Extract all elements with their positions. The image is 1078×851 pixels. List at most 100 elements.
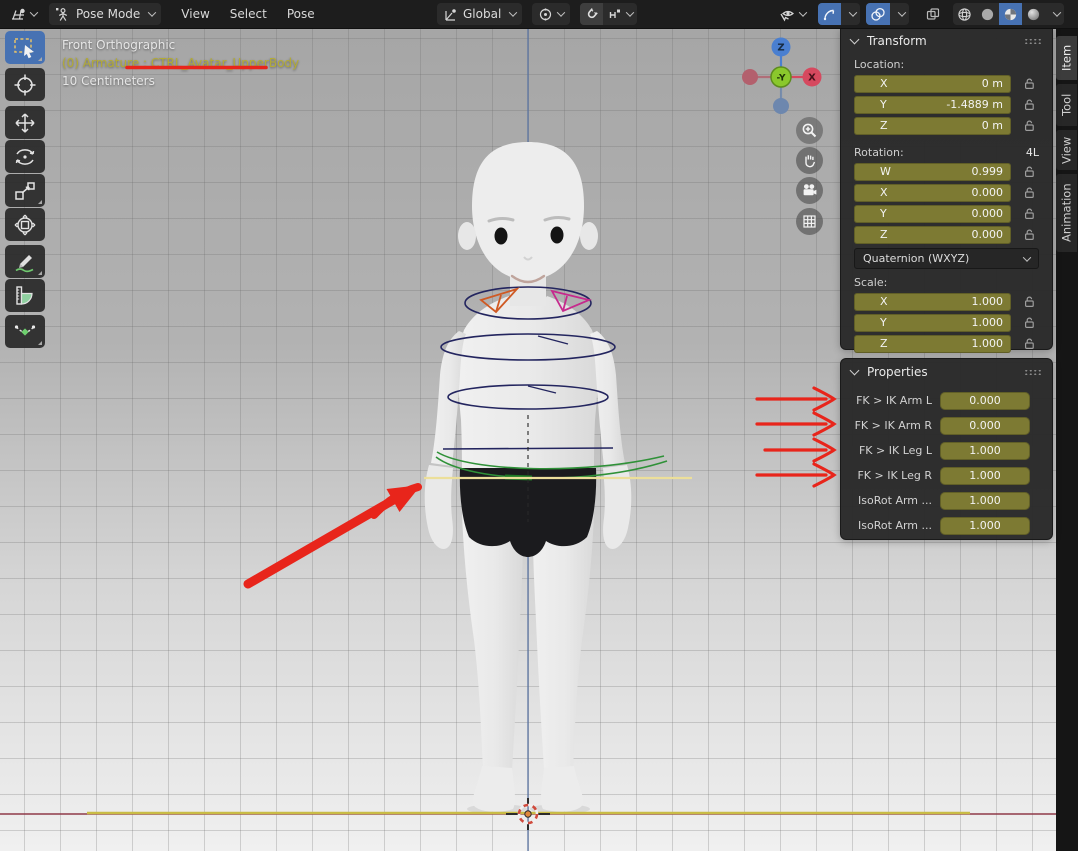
subtool-notch (38, 57, 42, 61)
fk-ik-arm-r-slider[interactable]: 0.000 (940, 417, 1030, 435)
gizmo-toggle[interactable] (818, 3, 841, 25)
mode-label: Pose Mode (76, 7, 140, 21)
scale-x-row: X 1.000 (854, 292, 1039, 311)
scale-z-row: Z 1.000 (854, 334, 1039, 353)
lock-icon[interactable] (1019, 316, 1039, 329)
menu-pose[interactable]: Pose (277, 3, 325, 25)
panel-expand-icon (850, 366, 860, 376)
viewport-overlay-text: Front Orthographic (0) Armature : CTRL_A… (62, 36, 299, 90)
snap-toggle[interactable] (580, 3, 603, 25)
lock-icon[interactable] (1019, 207, 1039, 220)
sidebar-tab-item[interactable]: Item (1056, 36, 1077, 80)
sidebar-tab-animation[interactable]: Animation (1056, 174, 1077, 252)
transform-panel-title: Transform (867, 34, 927, 48)
lock-icon[interactable] (1019, 98, 1039, 111)
menu-select[interactable]: Select (220, 3, 277, 25)
overlays-settings-dropdown[interactable] (890, 3, 909, 25)
viewport-header: Pose Mode View Select Pose Global (0, 0, 1078, 29)
shading-solid-button[interactable] (976, 3, 999, 25)
lock-icon[interactable] (1019, 119, 1039, 132)
isorot-arm-2-slider[interactable]: 1.000 (940, 517, 1030, 535)
lock-icon[interactable] (1019, 228, 1039, 241)
editor-type-button[interactable] (4, 3, 43, 25)
snap-increment-icon (607, 7, 622, 22)
location-x-field[interactable]: X 0 m (854, 75, 1011, 93)
rotation-y-field[interactable]: Y 0.000 (854, 205, 1011, 223)
tool-transform[interactable] (5, 208, 45, 241)
panel-grip-icon[interactable] (1024, 369, 1042, 376)
chevron-down-icon (148, 8, 156, 16)
rotation-z-field[interactable]: Z 0.000 (854, 226, 1011, 244)
object-visibility-dropdown[interactable] (773, 3, 812, 25)
scale-x-field[interactable]: X 1.000 (854, 293, 1011, 311)
zoom-button[interactable] (796, 117, 823, 144)
fk-ik-leg-l-slider[interactable]: 1.000 (940, 442, 1030, 460)
visibility-eye-icon (779, 7, 795, 22)
sidebar-tab-view[interactable]: View (1056, 130, 1077, 170)
scale-z-field[interactable]: Z 1.000 (854, 335, 1011, 353)
snap-settings-dropdown[interactable] (603, 3, 637, 25)
tool-rotate[interactable] (5, 140, 45, 173)
tool-pose-breakdowner[interactable] (5, 315, 45, 348)
shading-wireframe-button[interactable] (953, 3, 976, 25)
editor-type-icon (10, 7, 26, 22)
transform-panel-header[interactable]: Transform (841, 28, 1052, 54)
shading-material-button[interactable] (999, 3, 1022, 25)
chevron-down-icon (799, 8, 807, 16)
pivot-point-icon (538, 7, 553, 22)
lock-icon[interactable] (1019, 77, 1039, 90)
shading-solid-icon (980, 7, 995, 22)
mode-dropdown[interactable]: Pose Mode (49, 3, 161, 25)
lock-icon[interactable] (1019, 186, 1039, 199)
rotation-w-field[interactable]: W 0.999 (854, 163, 1011, 181)
pan-hand-button[interactable] (796, 147, 823, 174)
lock-icon[interactable] (1019, 165, 1039, 178)
shading-material-icon (1003, 7, 1018, 22)
panel-grip-icon[interactable] (1024, 38, 1042, 45)
tool-annotate[interactable] (5, 245, 45, 278)
tool-box-select[interactable] (5, 31, 45, 64)
location-z-field[interactable]: Z 0 m (854, 117, 1011, 135)
gizmo-neg-y-label: -Y (777, 74, 786, 84)
chevron-down-icon (30, 8, 38, 16)
ortho-grid-button[interactable] (796, 208, 823, 235)
tool-measure[interactable] (5, 279, 45, 312)
rotation-badge: 4L (1026, 146, 1039, 159)
properties-panel: Properties FK > IK Arm L 0.000 FK > IK A… (840, 358, 1053, 540)
shading-settings-dropdown[interactable] (1045, 3, 1064, 25)
tool-scale[interactable] (5, 174, 45, 207)
menu-view[interactable]: View (171, 3, 219, 25)
subtool-notch (38, 200, 42, 204)
rotation-mode-dropdown[interactable]: Quaternion (WXYZ) (854, 248, 1039, 269)
xray-toggle[interactable] (919, 3, 947, 25)
orientation-dropdown[interactable]: Global (437, 3, 522, 25)
rotation-label: Rotation: (854, 146, 904, 159)
overlays-toggle[interactable] (866, 3, 890, 25)
sidebar-tab-tool[interactable]: Tool (1056, 84, 1077, 126)
overlays-icon (870, 7, 886, 22)
gizmo-settings-dropdown[interactable] (841, 3, 860, 25)
navigation-gizmo[interactable]: Z X -Y (740, 36, 824, 120)
xray-icon (925, 7, 941, 22)
lock-icon[interactable] (1019, 295, 1039, 308)
rotation-x-field[interactable]: X 0.000 (854, 184, 1011, 202)
pivot-dropdown[interactable] (532, 3, 570, 25)
tool-cursor[interactable] (5, 68, 45, 101)
properties-panel-header[interactable]: Properties (841, 359, 1052, 385)
tool-move[interactable] (5, 106, 45, 139)
gizmo-z-label: Z (777, 43, 784, 54)
fk-ik-leg-r-slider[interactable]: 1.000 (940, 467, 1030, 485)
lock-icon[interactable] (1019, 337, 1039, 350)
property-row: IsoRot Arm ... 1.000 (854, 516, 1039, 535)
chevron-down-icon (557, 8, 565, 16)
rotation-w-row: W 0.999 (854, 162, 1039, 181)
shading-rendered-button[interactable] (1022, 3, 1045, 25)
chevron-down-icon (626, 8, 634, 16)
camera-view-button[interactable] (796, 177, 823, 204)
active-object-label: (0) Armature : CTRL_Avatar_UpperBody (62, 54, 299, 72)
scale-y-field[interactable]: Y 1.000 (854, 314, 1011, 332)
isorot-arm-1-slider[interactable]: 1.000 (940, 492, 1030, 510)
fk-ik-arm-l-slider[interactable]: 0.000 (940, 392, 1030, 410)
location-y-field[interactable]: Y -1.4889 m (854, 96, 1011, 114)
panel-expand-icon (850, 35, 860, 45)
